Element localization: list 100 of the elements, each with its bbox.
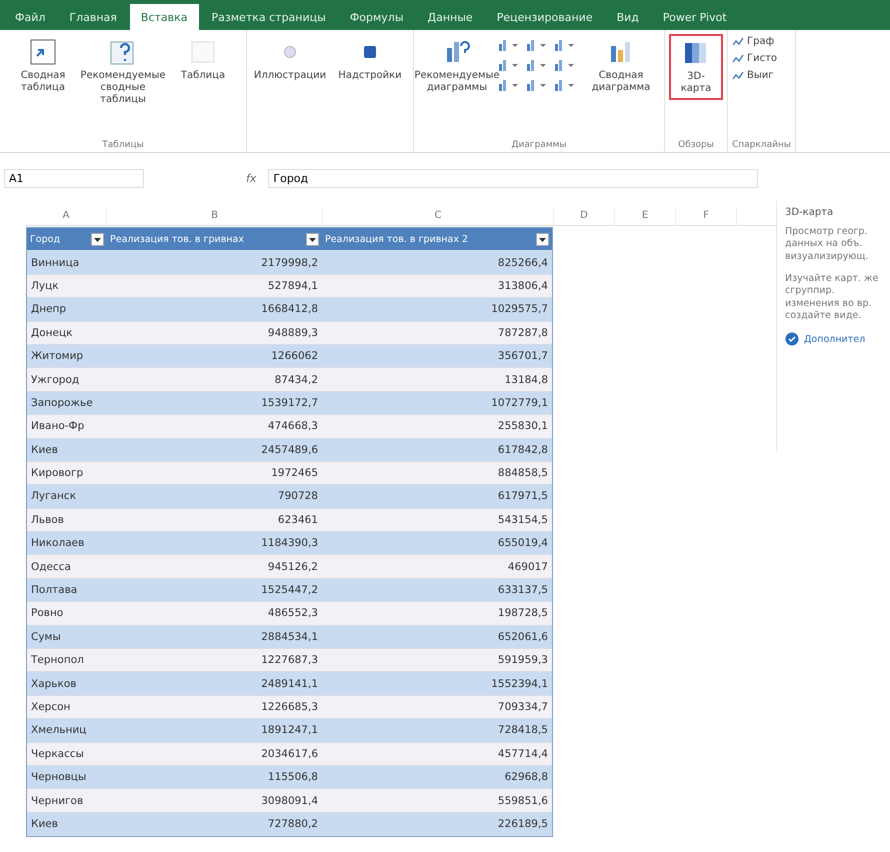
column-header[interactable]: B [107,207,323,225]
column-header[interactable]: C [323,207,554,225]
header-text: Реализация тов. в гривнах [110,234,244,245]
table-cell-text: Николаев [30,537,86,550]
table-cell-text: 527894,1 [266,280,319,292]
filter-dropdown-icon[interactable] [306,232,319,246]
ribbon-tab[interactable]: Файл [4,4,56,30]
table-cell-text: 87434,2 [274,374,319,386]
table-cell-text: Харьков [30,678,78,690]
ribbon-tab[interactable]: Разметка страницы [200,4,337,30]
table-cell-text: Ивано-Фр [30,420,86,432]
filter-dropdown-icon[interactable] [536,232,549,246]
table-cell-text: Луганск [30,490,78,502]
table-cell-text: 457714,4 [496,748,549,760]
table-cell-text: Луцк [30,280,60,292]
table-cell-text: 884858,5 [496,467,549,480]
table-cell-text: 1227687,3 [260,654,319,666]
table-cell-text: Чернигов [30,794,84,807]
table-cell-text: 825266,4 [496,256,549,269]
table-cell-text: Одесса [30,560,72,573]
table-cell-text: 1029575,7 [490,303,549,316]
table-cell-text: 1184390,3 [260,537,319,550]
ribbon-tab[interactable]: Формулы [338,4,415,30]
sparkline-icon [732,36,744,46]
table-cell-text: 1226685,3 [260,701,319,713]
table-cell-text: Львов [30,514,65,526]
table-cell-text: 633137,5 [496,584,549,596]
more-info-link[interactable]: Дополнител [804,334,866,345]
column-header[interactable]: A [26,207,107,225]
table-cell-text: Хмельниц [30,724,88,736]
table-cell-text: 2034617,6 [260,748,319,760]
tooltip-text: Просмотр геогр. данных на объ. визуализирующ. [785,226,870,264]
ribbon-button[interactable]: Надстройки [331,34,409,86]
formula-field[interactable]: Город [268,168,758,188]
table-cell-text: Ужгород [30,374,80,386]
ribbon-tab[interactable]: Главная [58,4,128,30]
tooltip-title: 3D-карта [785,207,834,218]
table-cell-text: 198728,5 [496,607,549,620]
table-cell-text: 486552,3 [266,607,319,620]
sparkline-icon [732,54,744,64]
header-text: Реализация тов. в гривнах 2 [325,234,468,245]
table-cell-text: Запорожье [30,396,94,409]
ribbon-button[interactable]: Сводная таблица [4,34,82,98]
table-cell-text: Винница [30,256,80,269]
group-label: Диаграммы [510,140,568,150]
ribbon-tab[interactable]: Вставка [130,4,199,30]
table-cell-text: 727880,2 [266,818,319,830]
header-text: Город [30,234,60,245]
table-cell-text: 1072779,1 [490,396,549,409]
table-cell-text: Житомир [30,350,84,362]
column-header[interactable]: F [676,207,737,225]
table-cell-text: Донецк [30,326,74,339]
ribbon-button[interactable]: Таблица [164,34,242,86]
table-cell-text: 1891247,1 [260,724,319,736]
ribbon-button[interactable]: 3D-карта [669,34,723,100]
table-cell-text: 3098091,4 [260,794,319,807]
sparkline-button[interactable]: Граф [732,36,778,47]
table-cell-text: 728418,5 [496,724,549,736]
table-cell-text: 115506,8 [266,771,319,784]
table-cell-text: 2884534,1 [260,630,319,643]
table-cell-text: 474668,3 [266,420,319,432]
table-cell-text: 2489141,1 [260,678,319,690]
tooltip-text: Изучайте карт. же сгруппир. изменения во вр. создайте виде. [785,273,880,322]
table-cell-text: 623461 [276,514,319,526]
ribbon-tab[interactable]: Данные [416,4,484,30]
table-cell-text: 2179998,2 [260,256,319,269]
ribbon-button[interactable]: Иллюстрации [251,34,329,86]
table-cell-text: 787287,8 [496,326,549,339]
table-cell-text: Полтава [30,584,78,596]
ribbon-tab[interactable]: Рецензирование [486,4,604,30]
table-cell-text: 1266062 [270,350,319,362]
table-cell-text: 255830,1 [496,420,549,432]
ribbon-tab[interactable]: Power Pivot [652,4,738,30]
table-cell-text: 591959,3 [496,654,549,666]
filter-dropdown-icon[interactable] [91,232,104,246]
sparkline-label: Выиг [747,70,774,81]
sparkline-icon [732,70,744,80]
table-cell-text: 1972465 [270,467,319,480]
table-cell-text: 948889,3 [266,326,319,339]
name-box[interactable]: A1 [4,168,144,188]
ribbon-button[interactable]: Сводная диаграмма [582,34,660,98]
help-icon [785,332,799,346]
table-cell-text: 652061,6 [496,630,549,643]
table-cell-text: 617842,8 [496,444,549,456]
ribbon-tab[interactable]: Вид [606,4,650,30]
group-label: Спарклайны [732,140,791,150]
table-cell-text: 469017 [506,560,549,573]
column-header[interactable]: E [615,207,676,225]
table-cell-text: Киев [30,444,59,456]
table-cell-text: 617971,5 [496,490,549,502]
table-cell-text: 1668412,8 [260,303,319,316]
sparkline-button[interactable]: Выиг [732,70,778,81]
sparkline-button[interactable]: Гисто [732,53,778,64]
table-cell-text: Черновцы [30,771,88,784]
table-cell-text: 2457489,6 [260,444,319,456]
column-header[interactable]: D [554,207,615,225]
table-cell-text: 313806,4 [496,280,549,292]
table-cell-text: 62968,8 [504,771,549,784]
table-cell-text: Днепр [30,303,68,316]
table-cell-text: Черкассы [30,748,85,760]
